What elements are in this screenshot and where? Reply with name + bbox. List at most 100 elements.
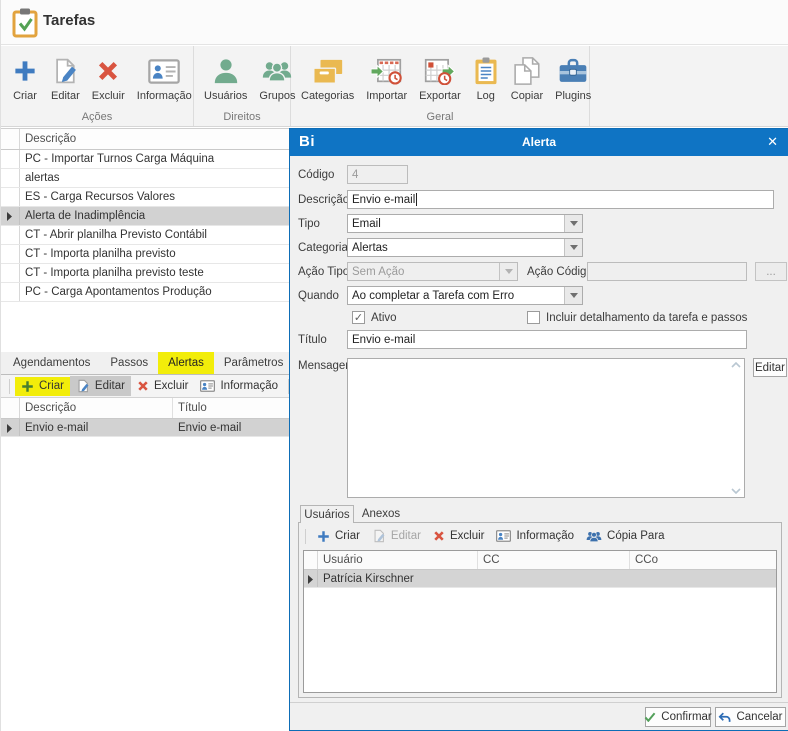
- excluir-button[interactable]: Excluir: [86, 52, 131, 105]
- undo-arrow-icon: [718, 712, 731, 723]
- cancelar-button[interactable]: Cancelar: [715, 707, 786, 727]
- mensagem-textarea[interactable]: [347, 358, 745, 498]
- ribbon-group-acoes: Criar Editar Excluir Informação Ações: [1, 46, 194, 126]
- indicator-column-header: [1, 398, 20, 418]
- ribbon: Criar Editar Excluir Informação Ações Us…: [1, 46, 788, 127]
- table-row[interactable]: CT - Importa planilha previsto: [1, 245, 289, 264]
- alert-excluir-button[interactable]: Excluir: [131, 377, 195, 395]
- scroll-up-icon[interactable]: [730, 362, 742, 368]
- row-selected-marker-icon: [308, 574, 313, 584]
- criar-button[interactable]: Criar: [5, 52, 45, 105]
- group-label-acoes: Ações: [81, 111, 113, 123]
- user-criar-button[interactable]: Criar: [311, 527, 366, 546]
- alerts-grid-header: Descrição Título: [1, 398, 289, 419]
- table-row[interactable]: CT - Abrir planilha Previsto Contábil: [1, 226, 289, 245]
- tipo-select[interactable]: Email: [347, 214, 583, 233]
- mensagem-editar-button[interactable]: Editar: [753, 358, 787, 377]
- alert-informacao-button[interactable]: Informação: [194, 377, 284, 395]
- column-header-titulo[interactable]: Título: [173, 398, 289, 418]
- acao-tipo-label: Ação Tipo: [298, 266, 350, 278]
- ativo-checkbox[interactable]: ✓: [352, 311, 365, 324]
- table-row[interactable]: alertas: [1, 169, 289, 188]
- column-header-usuario[interactable]: Usuário: [318, 551, 478, 569]
- categoria-select[interactable]: Alertas: [347, 238, 583, 257]
- alert-editar-button[interactable]: Editar: [69, 376, 131, 396]
- copiar-button[interactable]: Copiar: [505, 52, 549, 105]
- people-group-icon: [262, 55, 292, 87]
- quando-select[interactable]: Ao completar a Tarefa com Erro: [347, 286, 583, 305]
- ativo-label: Ativo: [371, 312, 397, 324]
- tab-parametros[interactable]: Parâmetros: [214, 352, 293, 374]
- tab-agendamentos[interactable]: Agendamentos: [3, 352, 100, 374]
- dialog-titlebar[interactable]: Bi Alerta ✕: [290, 129, 788, 156]
- table-row[interactable]: PC - Importar Turnos Carga Máquina: [1, 150, 289, 169]
- user-informacao-button[interactable]: Informação: [490, 527, 580, 545]
- dialog-title: Alerta: [521, 135, 556, 149]
- descricao-label: Descrição: [298, 194, 350, 206]
- tab-anexos[interactable]: Anexos: [354, 505, 408, 523]
- chevron-down-icon[interactable]: [564, 239, 582, 256]
- copy-pages-icon: [513, 55, 540, 87]
- scroll-down-icon[interactable]: [730, 488, 742, 494]
- close-icon[interactable]: ✕: [767, 134, 778, 150]
- codigo-field[interactable]: 4: [347, 165, 408, 184]
- titulo-field[interactable]: Envio e-mail: [347, 330, 747, 349]
- chevron-down-icon[interactable]: [564, 287, 582, 304]
- tab-usuarios[interactable]: Usuários: [300, 505, 354, 523]
- chevron-down-icon: [499, 263, 517, 280]
- plus-icon: [11, 55, 39, 87]
- check-icon: [644, 712, 656, 722]
- tab-passos[interactable]: Passos: [100, 352, 158, 374]
- dialog-footer: Confirmar Cancelar: [290, 702, 788, 730]
- acao-tipo-select[interactable]: Sem Ação: [347, 262, 518, 281]
- table-row[interactable]: CT - Importa planilha previsto teste: [1, 264, 289, 283]
- delete-x-icon: [95, 55, 121, 87]
- info-card-icon: [148, 55, 181, 87]
- column-header-cco[interactable]: CCo: [630, 551, 776, 569]
- task-grid-header: Descrição: [1, 129, 289, 150]
- window-titlebar: Tarefas: [1, 0, 788, 45]
- task-grid: Descrição PC - Importar Turnos Carga Máq…: [1, 128, 289, 352]
- table-row[interactable]: PC - Carga Apontamentos Produção: [1, 283, 289, 302]
- people-group-icon: [586, 530, 602, 543]
- table-row-selected[interactable]: Patrícia Kirschner: [304, 570, 776, 588]
- delete-x-icon: [433, 530, 445, 542]
- chevron-down-icon[interactable]: [564, 215, 582, 232]
- info-card-icon: [200, 380, 216, 392]
- tipo-label: Tipo: [298, 218, 320, 230]
- plus-icon: [21, 380, 34, 393]
- toolbar-grip: [9, 378, 10, 394]
- importar-button[interactable]: Importar: [360, 52, 413, 105]
- alerts-grid: Descrição Título Envio e-mail Envio e-ma…: [1, 398, 289, 731]
- detail-tabs: Agendamentos Passos Alertas Parâmetros: [1, 352, 289, 375]
- tab-alertas[interactable]: Alertas: [158, 352, 214, 374]
- column-header-cc[interactable]: CC: [478, 551, 630, 569]
- plus-icon: [317, 530, 330, 543]
- incluir-detalhamento-checkbox[interactable]: [527, 311, 540, 324]
- edit-document-icon: [76, 379, 90, 393]
- confirmar-button[interactable]: Confirmar: [644, 707, 712, 727]
- user-editar-button[interactable]: Editar: [366, 526, 427, 546]
- ribbon-group-direitos: Usuários Grupos Direitos: [194, 46, 295, 126]
- exportar-button[interactable]: Exportar: [413, 52, 467, 105]
- copia-para-button[interactable]: Cópia Para: [580, 527, 671, 546]
- column-header-descricao[interactable]: Descrição: [20, 129, 289, 149]
- categorias-button[interactable]: Categorias: [295, 52, 360, 105]
- descricao-field[interactable]: Envio e-mail: [347, 190, 774, 209]
- edit-document-icon: [51, 55, 79, 87]
- informacao-button[interactable]: Informação: [131, 52, 198, 105]
- acao-codigo-field[interactable]: [587, 262, 747, 281]
- column-header-descricao[interactable]: Descrição: [20, 398, 173, 418]
- quando-label: Quando: [298, 290, 339, 302]
- editar-button[interactable]: Editar: [45, 52, 86, 105]
- user-excluir-button[interactable]: Excluir: [427, 527, 491, 545]
- alert-criar-button[interactable]: Criar: [15, 376, 70, 396]
- table-row-selected[interactable]: Alerta de Inadimplência: [1, 207, 289, 226]
- usuarios-button[interactable]: Usuários: [198, 52, 253, 105]
- table-row[interactable]: ES - Carga Recursos Valores: [1, 188, 289, 207]
- briefcase-icon: [558, 55, 588, 87]
- log-button[interactable]: Log: [467, 52, 505, 105]
- indicator-column-header: [1, 129, 20, 149]
- acao-codigo-browse-button[interactable]: ...: [755, 262, 787, 281]
- table-row-selected[interactable]: Envio e-mail Envio e-mail: [1, 419, 289, 437]
